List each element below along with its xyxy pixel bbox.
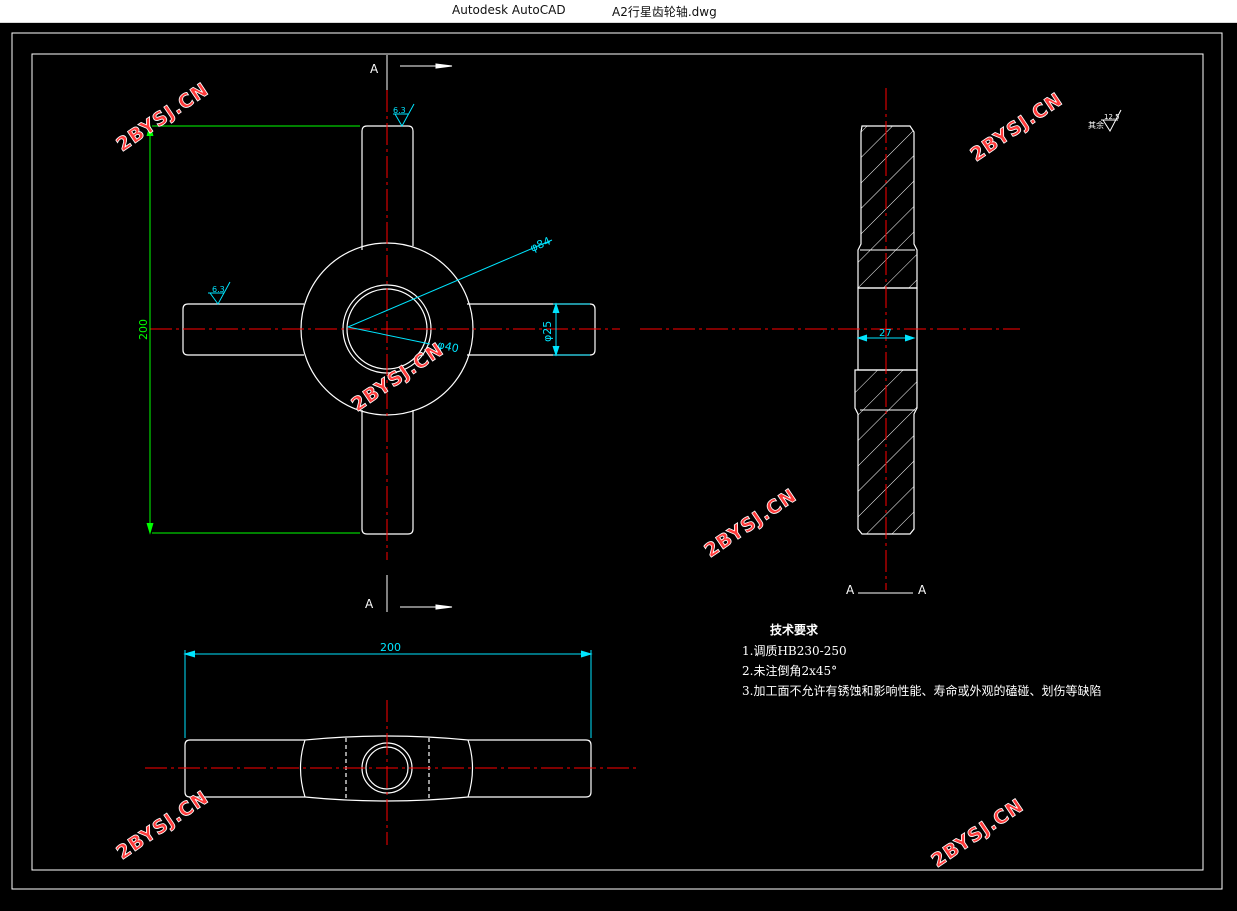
tech-title: 技术要求 [770,622,819,637]
dim-length-bottom-label: 200 [380,641,401,654]
window-titlebar: Autodesk AutoCAD A2行星齿轮轴.dwg [0,0,1237,23]
section-label-left: A [846,583,855,597]
dim-width-section-label: 27 [879,328,892,339]
watermark-4: 2BYSJ.CN [700,484,800,562]
watermark-1: 2BYSJ.CN [112,78,212,156]
outer-frame [11,32,1223,890]
tech-item-1: 1.调质HB230-250 [742,644,847,658]
dim-length-bottom [183,650,593,738]
bottom-centerlines [145,700,640,845]
watermark-6: 2BYSJ.CN [927,794,1027,872]
watermark-3: 2BYSJ.CN [347,338,447,416]
section-centerlines [640,88,1020,590]
drawing-canvas[interactable]: A A 200 φ84 φ40 φ25 6.3 6.3 27 A A 其余 12… [0,23,1237,907]
section-label-right: A [918,583,927,597]
app-title: Autodesk AutoCAD [452,3,566,17]
watermark-5: 2BYSJ.CN [112,786,212,864]
inner-frame [31,53,1204,871]
dim-dia-outer-label: φ84 [528,234,553,254]
section-letter-top: A [370,62,379,76]
tech-item-3: 3.加工面不允许有锈蚀和影响性能、寿命或外观的磕碰、划伤等缺陷 [742,683,1101,698]
dim-height-label: 200 [137,319,150,340]
tech-item-2: 2.未注倒角2x45° [742,663,837,678]
front-view [182,125,596,535]
roughness-other-text: 其余 [1088,120,1104,130]
file-title: A2行星齿轮轴.dwg [612,5,717,19]
roughness-top-label: 6.3 [393,106,406,115]
watermark-2: 2BYSJ.CN [966,88,1066,166]
roughness-other-value: 12.5 [1104,113,1120,121]
section-letter-bottom: A [365,597,374,611]
dim-dia-arm-label: φ25 [541,321,554,342]
section-line [386,55,453,612]
roughness-left-label: 6.3 [212,285,225,294]
cad-drawing: A A 200 φ84 φ40 φ25 6.3 6.3 27 A A 其余 12… [11,32,1223,890]
